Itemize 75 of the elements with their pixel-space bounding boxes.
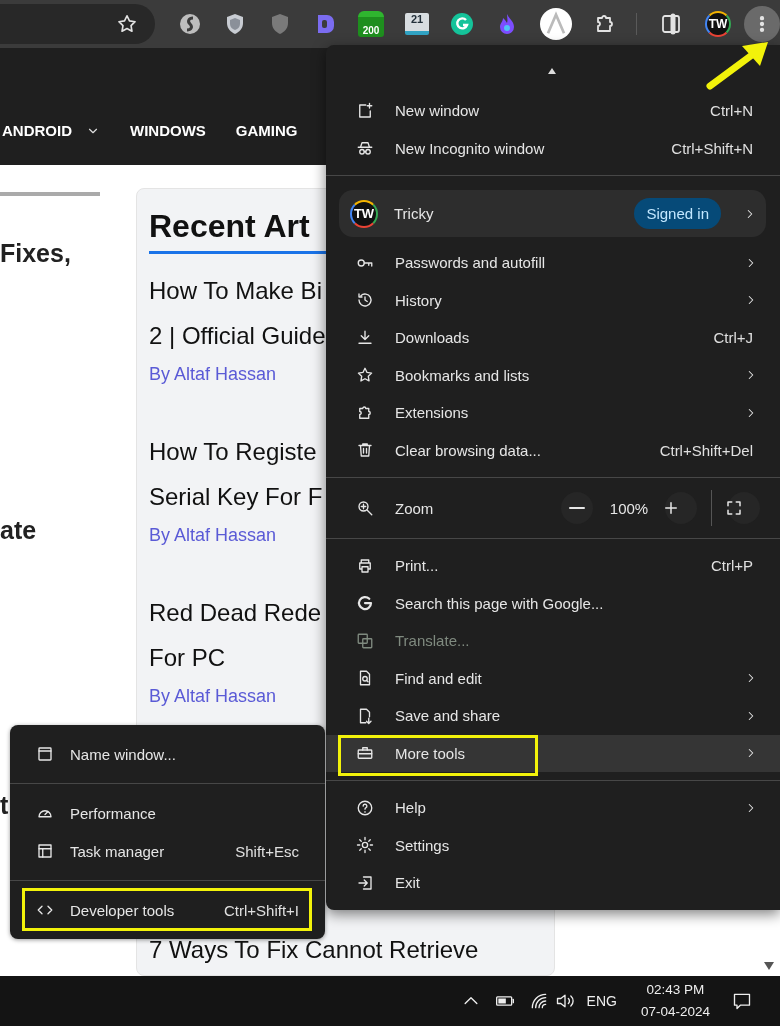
menu-item[interactable]: Bookmarks and lists (326, 356, 780, 394)
star-icon (116, 13, 138, 35)
logo-icon[interactable] (540, 8, 572, 40)
side-panel-icon[interactable] (659, 12, 683, 36)
minus-icon (569, 507, 585, 509)
circle-icon[interactable] (178, 12, 202, 36)
exit-icon (356, 873, 374, 892)
menu-item[interactable]: Extensions (326, 394, 780, 432)
translate-icon (356, 631, 374, 650)
menu-item[interactable]: Exit (326, 864, 780, 902)
nav-link[interactable]: ANDROID (2, 122, 100, 139)
language-indicator[interactable]: ENG (586, 993, 617, 1009)
calendar-badge[interactable]: 21 (405, 13, 429, 35)
circle-icon[interactable] (450, 12, 474, 36)
history-icon (356, 291, 374, 310)
zoom-level: 100% (608, 499, 650, 517)
profile-name: Tricky (394, 205, 435, 222)
new-window-icon (356, 101, 374, 120)
settings-icon (356, 836, 374, 855)
article-headline[interactable]: Fixes, (0, 238, 71, 268)
menu-item[interactable]: Print... Ctrl+P (326, 547, 780, 585)
notification-icon[interactable] (732, 991, 752, 1011)
shortcut-text: Ctrl+Shift+Del (659, 441, 753, 459)
article-title[interactable]: 7 Ways To Fix Cannot Retrieve (149, 927, 542, 972)
puzzle-icon (356, 403, 374, 422)
fullscreen-button[interactable] (728, 492, 760, 524)
menu-item[interactable]: Task manager Shift+Esc (10, 832, 325, 870)
nav-link[interactable]: WINDOWS (130, 122, 206, 139)
menu-item[interactable]: Search this page with Google... (326, 584, 780, 622)
menu-item[interactable]: Passwords and autofill (326, 244, 780, 282)
nav-link[interactable]: GAMING (235, 122, 298, 139)
zoom-label: Zoom (395, 499, 435, 517)
article-headline[interactable]: t (0, 790, 9, 820)
menu-item[interactable]: Settings (326, 826, 780, 864)
shortcut-text: Ctrl+Shift+N (671, 139, 753, 157)
shortcut-text: Ctrl+J (713, 329, 753, 347)
zoom-out-button[interactable] (561, 492, 593, 524)
menu-button[interactable] (744, 6, 780, 42)
g-logo-icon (356, 594, 374, 613)
clock-date[interactable]: 07-04-2024 (640, 1001, 710, 1023)
clock-time[interactable]: 02:43 PM (646, 979, 705, 1001)
help-icon (356, 798, 374, 817)
shortcut-text: Shift+Esc (235, 842, 299, 860)
shortcut-text: Ctrl+N (710, 102, 753, 120)
signed-in-badge: Signed in (634, 198, 721, 229)
menu-item[interactable]: Save and share (326, 697, 780, 735)
scroll-up-icon[interactable] (547, 68, 556, 74)
menu-item[interactable]: History (326, 281, 780, 319)
menu-item[interactable]: New window Ctrl+N (326, 92, 780, 130)
fullscreen-icon (724, 499, 743, 517)
shortcut-text: Ctrl+P (710, 557, 753, 575)
trash-icon (356, 441, 374, 460)
table-icon (36, 842, 54, 860)
download-icon (356, 328, 374, 347)
profile-item[interactable]: TW Tricky Signed in (339, 190, 766, 237)
menu-item[interactable]: Help (326, 789, 780, 827)
article-headline[interactable]: ate (0, 515, 37, 545)
scroll-down-icon[interactable] (764, 962, 774, 970)
profile-avatar[interactable]: TW (705, 11, 731, 37)
zoom-in-button[interactable] (665, 492, 697, 524)
menu-item[interactable]: Name window... (10, 735, 325, 773)
shortcut-text: Ctrl+Shift+I (223, 901, 299, 919)
menu-item[interactable]: Find and edit (326, 659, 780, 697)
menu-item[interactable]: Developer tools Ctrl+Shift+I (10, 891, 325, 929)
profile-avatar: TW (350, 199, 378, 228)
printer-icon (356, 556, 374, 575)
sidebar-title: Recent Art (149, 207, 310, 245)
menu-item[interactable]: Clear browsing data... Ctrl+Shift+Del (326, 431, 780, 469)
window-icon (36, 745, 54, 763)
menu-item[interactable]: Performance (10, 794, 325, 832)
incognito-icon (356, 139, 374, 158)
menu-item[interactable]: Downloads Ctrl+J (326, 319, 780, 357)
counter-badge[interactable]: 200 (358, 11, 384, 37)
magnifier-icon (356, 499, 374, 517)
menu-item[interactable]: New Incognito window Ctrl+Shift+N (326, 129, 780, 167)
